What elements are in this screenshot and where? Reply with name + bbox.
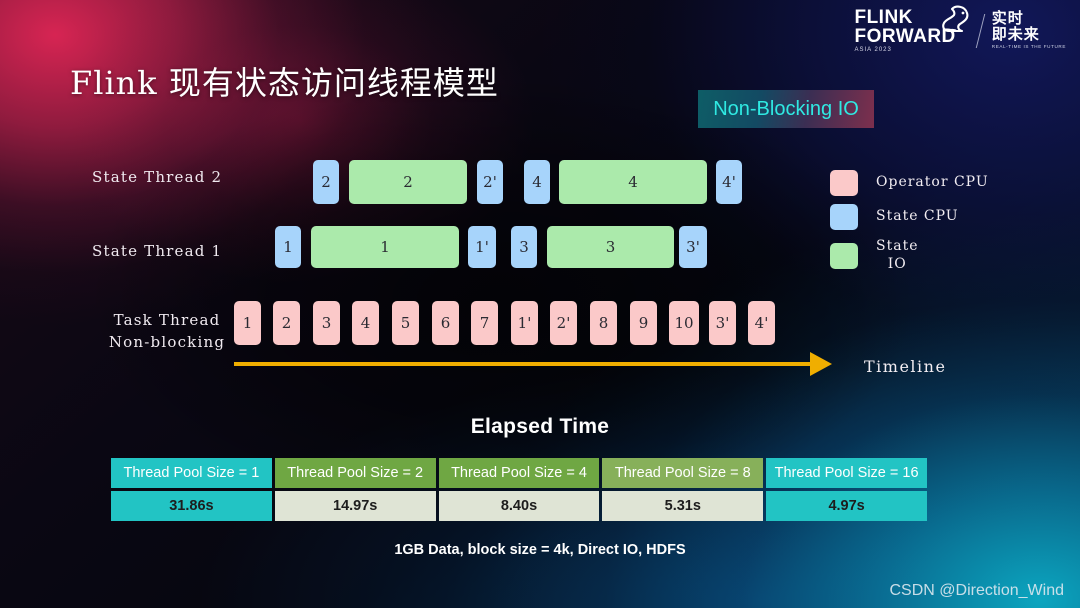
legend-item-operator-cpu: Operator CPU — [830, 170, 989, 196]
legend-swatch-operator-cpu-icon — [830, 170, 858, 196]
legend-item-state-cpu: State CPU — [830, 204, 989, 230]
page-title: Flink 现有状态访问线程模型 — [70, 64, 499, 102]
gantt-block: 10 — [669, 301, 699, 345]
legend-label-state-cpu: State CPU — [876, 208, 959, 225]
gantt-block: 1 — [311, 226, 459, 268]
flink-forward-logo: FLINK FORWARD ASIA 2023 实时 即未来 REAL-TIME… — [854, 5, 1066, 53]
gantt-block: 3 — [511, 226, 537, 268]
gantt-block: 3' — [709, 301, 736, 345]
table-value-cell: 5.31s — [602, 491, 764, 521]
gantt-block: 2 — [313, 160, 339, 204]
logo-divider — [975, 13, 986, 48]
table-header-cell: Thread Pool Size = 4 — [438, 458, 600, 488]
gantt-block: 4' — [716, 160, 742, 204]
gantt-block: 4' — [748, 301, 775, 345]
table-header-cell: Thread Pool Size = 8 — [602, 458, 764, 488]
logo-cn-line2: 即未来 — [991, 25, 1040, 44]
squirrel-icon — [941, 5, 969, 33]
gantt-block: 1 — [234, 301, 261, 345]
timeline-label: Timeline — [864, 357, 947, 376]
table-header-row: Thread Pool Size = 1 Thread Pool Size = … — [111, 458, 927, 488]
table-header-cell: Thread Pool Size = 1 — [111, 458, 272, 488]
non-blocking-io-badge: Non-Blocking IO — [698, 90, 874, 128]
logo-cn-wordmark: 实时 即未来 REAL-TIME IS THE FUTURE — [992, 11, 1066, 49]
gantt-block: 8 — [590, 301, 617, 345]
gantt-block: 4 — [524, 160, 550, 204]
gantt-block: 2 — [349, 160, 467, 204]
legend-item-state-io: State IO — [830, 238, 989, 273]
table-caption: 1GB Data, block size = 4k, Direct IO, HD… — [394, 542, 686, 558]
legend-swatch-state-cpu-icon — [830, 204, 858, 230]
timeline-arrow-icon — [810, 352, 832, 376]
gantt-block: 3 — [547, 226, 674, 268]
row-label-state-thread-2: State Thread 2 — [92, 168, 223, 186]
row-label-state-thread-1: State Thread 1 — [92, 242, 223, 260]
logo-year-text: ASIA 2023 — [854, 47, 892, 53]
row-label-task-thread: Task Thread Non-blocking — [108, 311, 226, 351]
table-row: 31.86s 14.97s 8.40s 5.31s 4.97s — [111, 491, 927, 521]
timeline-axis-line — [234, 362, 818, 366]
legend: Operator CPU State CPU State IO — [830, 170, 989, 281]
gantt-block: 3' — [679, 226, 707, 268]
table-value-cell: 8.40s — [438, 491, 600, 521]
gantt-block: 7 — [471, 301, 498, 345]
logo-wordmark: FLINK FORWARD ASIA 2023 — [854, 5, 969, 53]
gantt-block: 5 — [392, 301, 419, 345]
table-header-cell: Thread Pool Size = 2 — [274, 458, 436, 488]
gantt-block: 3 — [313, 301, 340, 345]
gantt-block: 1 — [275, 226, 301, 268]
slide-canvas: FLINK FORWARD ASIA 2023 实时 即未来 REAL-TIME… — [0, 0, 1080, 608]
watermark: CSDN @Direction_Wind — [889, 582, 1064, 599]
legend-label-state-io: State IO — [876, 238, 919, 272]
table-header-cell: Thread Pool Size = 16 — [766, 458, 927, 488]
table-value-cell: 4.97s — [766, 491, 927, 521]
table-value-cell: 14.97s — [274, 491, 436, 521]
gantt-block: 6 — [432, 301, 459, 345]
gantt-block: 4 — [559, 160, 707, 204]
gantt-block: 2 — [273, 301, 300, 345]
elapsed-time-table: Thread Pool Size = 1 Thread Pool Size = … — [108, 455, 930, 524]
gantt-block: 9 — [630, 301, 657, 345]
elapsed-time-title: Elapsed Time — [470, 415, 610, 438]
gantt-block: 1' — [468, 226, 496, 268]
gantt-block: 4 — [352, 301, 379, 345]
gantt-block: 2' — [477, 160, 503, 204]
legend-swatch-state-io-icon — [830, 242, 858, 269]
gantt-block: 2' — [550, 301, 577, 345]
gantt-block: 1' — [511, 301, 538, 345]
table-value-cell: 31.86s — [111, 491, 272, 521]
legend-label-operator-cpu: Operator CPU — [876, 174, 989, 191]
logo-cn-sub: REAL-TIME IS THE FUTURE — [991, 43, 1066, 49]
